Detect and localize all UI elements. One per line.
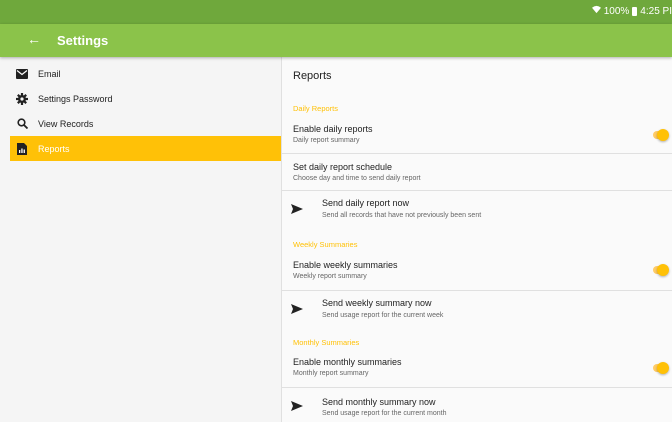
row-title: Send monthly summary now <box>322 397 436 407</box>
weekly-summaries-toggle[interactable] <box>653 264 669 276</box>
row-subtitle: Choose day and time to send daily report <box>293 175 421 182</box>
sidebar-item-label: View Records <box>38 118 94 129</box>
row-title: Enable daily reports <box>293 124 373 134</box>
clock: 4:25 PI <box>640 5 672 17</box>
row-subtitle: Weekly report summary <box>293 273 367 280</box>
row-subtitle: Send all records that have not previousl… <box>322 212 482 219</box>
battery-icon <box>632 6 638 16</box>
enable-monthly-summaries-row[interactable]: Enable monthly summaries Monthly report … <box>282 353 672 386</box>
set-daily-schedule-row[interactable]: Set daily report schedule Choose day and… <box>282 154 672 187</box>
sidebar-item-label: Settings Password <box>38 93 113 104</box>
sidebar-item-reports[interactable]: Reports <box>10 136 281 161</box>
section-monthly-summaries: Monthly Summaries <box>293 338 360 347</box>
status-bar: 100% 4:25 PI <box>0 0 672 24</box>
arrow-left-icon[interactable]: ← <box>27 31 41 47</box>
report-icon <box>12 142 32 155</box>
row-subtitle: Send usage report for the current month <box>322 410 447 417</box>
toggle-thumb <box>657 129 669 141</box>
search-icon <box>12 118 32 129</box>
send-monthly-summary-row[interactable]: Send monthly summary now Send usage repo… <box>282 388 672 422</box>
send-weekly-summary-row[interactable]: Send weekly summary now Send usage repor… <box>282 291 672 327</box>
settings-sidebar: Email Settings Password View Records Rep… <box>10 61 281 422</box>
sidebar-item-settings-password[interactable]: Settings Password <box>10 86 281 111</box>
row-title: Send daily report now <box>322 198 410 208</box>
send-icon <box>291 304 303 314</box>
sidebar-item-email[interactable]: Email <box>10 61 281 86</box>
sidebar-item-label: Reports <box>38 143 70 154</box>
daily-reports-toggle[interactable] <box>653 129 669 141</box>
gear-icon <box>12 92 32 105</box>
section-daily-reports: Daily Reports <box>293 104 339 113</box>
page-title: Reports <box>293 70 332 82</box>
sidebar-item-view-records[interactable]: View Records <box>10 111 281 136</box>
send-icon <box>291 204 303 214</box>
app-bar: ← Settings <box>0 24 672 57</box>
wifi-icon <box>591 5 601 17</box>
enable-weekly-summaries-row[interactable]: Enable weekly summaries Weekly report su… <box>282 255 672 288</box>
reports-panel: Reports Daily Reports Enable daily repor… <box>282 57 672 422</box>
row-title: Set daily report schedule <box>293 162 393 172</box>
battery-percent: 100% <box>603 5 630 17</box>
monthly-summaries-toggle[interactable] <box>653 362 669 374</box>
envelope-icon <box>12 68 32 79</box>
toggle-thumb <box>657 362 669 374</box>
status-indicators: 100% 4:25 PI <box>591 5 672 17</box>
row-title: Enable monthly summaries <box>293 357 402 367</box>
send-icon <box>291 401 303 411</box>
toggle-thumb <box>657 264 669 276</box>
row-subtitle: Daily report summary <box>293 137 360 144</box>
sidebar-item-label: Email <box>38 68 61 79</box>
enable-daily-reports-row[interactable]: Enable daily reports Daily report summar… <box>282 119 672 152</box>
row-subtitle: Monthly report summary <box>293 370 369 377</box>
app-title: Settings <box>57 33 109 48</box>
row-subtitle: Send usage report for the current week <box>322 312 444 319</box>
send-daily-report-row[interactable]: Send daily report now Send all records t… <box>282 191 672 227</box>
section-weekly-summaries: Weekly Summaries <box>293 240 358 249</box>
row-title: Enable weekly summaries <box>293 260 398 270</box>
row-title: Send weekly summary now <box>322 298 432 308</box>
